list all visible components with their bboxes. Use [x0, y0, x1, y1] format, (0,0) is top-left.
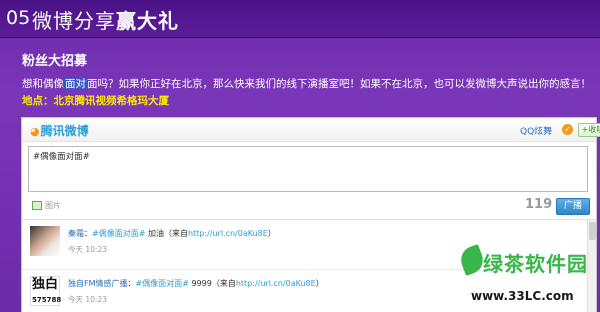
- weibo-user-link[interactable]: QQ炫舞: [520, 124, 552, 137]
- weibo-post-textarea[interactable]: #偶像面对面#: [28, 146, 588, 192]
- location-text: 地点：北京腾讯视频希格玛大厦: [22, 95, 169, 107]
- feed-text: 秦霜：#偶像面对面# 加油（来自http://url.cn/0aKu8E）: [68, 229, 276, 238]
- feed-hashtag-link[interactable]: #偶像面对面#: [136, 279, 189, 288]
- header-title-regular: 微博分享: [32, 9, 116, 33]
- header-title: 微博分享赢大礼: [32, 5, 179, 34]
- feed-body: 加油（来自: [145, 229, 188, 238]
- feed-hashtag-link[interactable]: #偶像面对面#: [92, 229, 145, 238]
- page-header: 05 微博分享赢大礼: [0, 0, 600, 38]
- scrollbar-thumb[interactable]: [589, 222, 596, 240]
- weibo-toolbar: 图片 119 广播: [28, 197, 590, 217]
- feed-user-link[interactable]: 秦霜: [68, 229, 84, 238]
- follow-button[interactable]: +收听: [578, 123, 600, 137]
- feed-url-link[interactable]: http://url.cn/0aKu8E: [188, 229, 268, 238]
- avatar[interactable]: [30, 226, 60, 256]
- image-icon[interactable]: [32, 201, 42, 210]
- weibo-topbar: ◕腾讯微博 QQ炫舞 ✓ +收听: [22, 118, 600, 142]
- intro-highlight: 面对: [64, 78, 87, 90]
- feed-body: 9999（来自: [188, 279, 236, 288]
- header-title-bold: 赢大礼: [116, 9, 179, 33]
- image-label[interactable]: 图片: [45, 200, 61, 211]
- page: 05 微博分享赢大礼 粉丝大招募 想和偶像面对面吗？如果你正好在北京，那么快来我…: [0, 0, 600, 312]
- feed-url-link[interactable]: http://url.cn/0aKu8E: [236, 279, 316, 288]
- weibo-logo-text: 腾讯微博: [40, 124, 89, 138]
- watermark-url: www.33LC.com: [471, 289, 574, 303]
- feed-end: ）: [315, 279, 324, 288]
- weibo-logo-icon: ◕: [30, 125, 40, 138]
- char-count: 119: [525, 197, 553, 212]
- weibo-logo[interactable]: ◕腾讯微博: [30, 122, 89, 139]
- header-number: 05: [6, 7, 31, 29]
- post-button[interactable]: 广播: [556, 198, 590, 215]
- intro-after: 面吗？如果你正好在北京，那么快来我们的线下演播室吧！如果不在北京，也可以发微博大…: [87, 78, 591, 90]
- section-title: 粉丝大招募: [22, 54, 88, 69]
- avatar-text: 独白: [32, 277, 59, 292]
- watermark-name: 绿茶软件园: [483, 252, 588, 276]
- feed-user-link[interactable]: 独自FM情感广播: [68, 279, 128, 288]
- verified-icon: ✓: [562, 124, 573, 135]
- intro-text: 想和偶像面对面吗？如果你正好在北京，那么快来我们的线下演播室吧！如果不在北京，也…: [22, 76, 598, 91]
- intro-before: 想和偶像: [22, 78, 64, 90]
- site-watermark: 绿茶软件园 www.33LC.com: [457, 244, 599, 311]
- feed-time: 今天 10:23: [68, 245, 107, 254]
- avatar[interactable]: 独白 575788: [30, 276, 62, 306]
- avatar-number: 575788: [32, 296, 62, 304]
- feed-end: ）: [267, 229, 276, 238]
- feed-time: 今天 10:23: [68, 295, 107, 304]
- feed-text: 独自FM情感广播：#偶像面对面# 9999（来自http://url.cn/0a…: [68, 279, 324, 288]
